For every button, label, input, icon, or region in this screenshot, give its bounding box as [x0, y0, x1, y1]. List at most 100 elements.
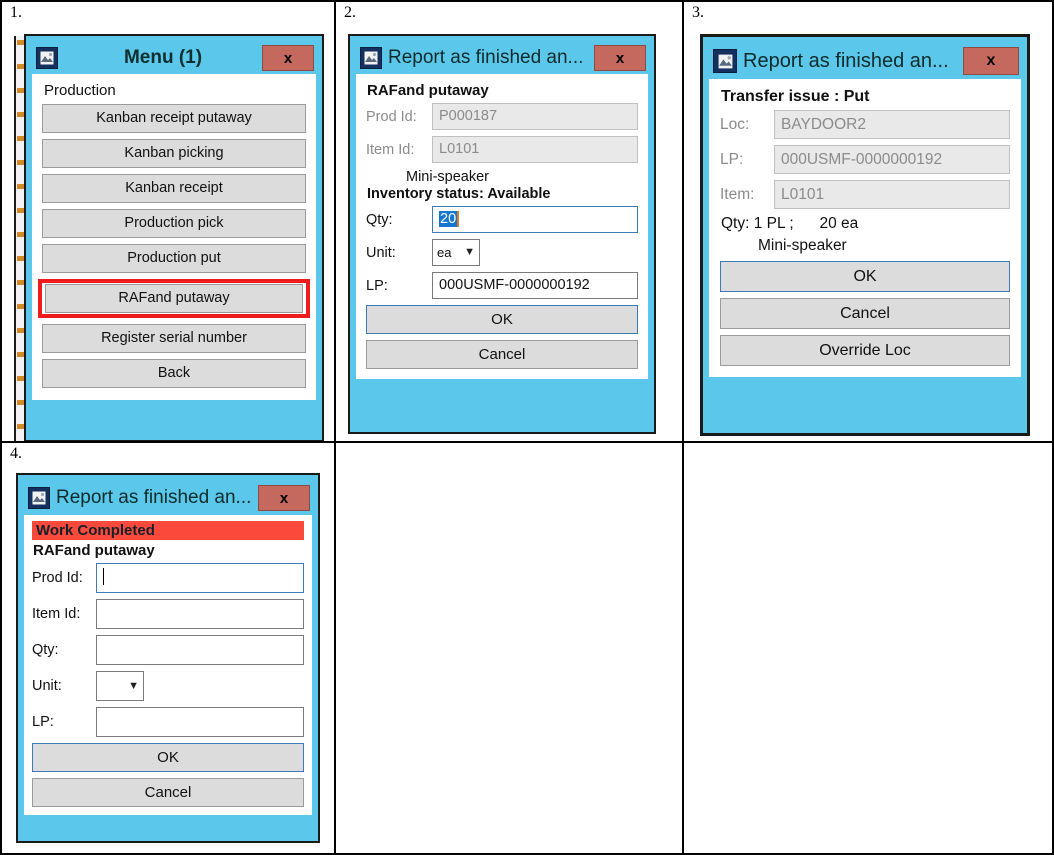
- panel-number-2: 2.: [344, 4, 356, 21]
- field-row-lp: LP: 000USMF-0000000192: [366, 272, 638, 299]
- close-icon[interactable]: x: [594, 45, 646, 71]
- lp-field: 000USMF-0000000192: [774, 145, 1010, 174]
- field-row-qty: Qty:: [32, 635, 304, 665]
- window-title: Report as finished an...: [743, 49, 949, 72]
- form-title: RAFand putaway: [367, 82, 489, 99]
- lp-label: LP:: [366, 277, 388, 294]
- menu-item-rafand-putaway[interactable]: RAFand putaway: [45, 284, 303, 313]
- qty-label: Qty:: [32, 642, 59, 658]
- window-title: Report as finished an...: [388, 47, 584, 68]
- lp-label: LP:: [720, 150, 744, 168]
- form-body: Transfer issue : Put Loc: BAYDOOR2 LP: 0…: [709, 79, 1021, 377]
- unit-label: Unit:: [32, 678, 62, 694]
- field-row-lp: LP:: [32, 707, 304, 737]
- item-id-input[interactable]: [96, 599, 304, 629]
- unit-label: Unit:: [366, 244, 396, 261]
- unit-select[interactable]: ▼: [96, 671, 144, 701]
- window-title: Menu (1): [123, 47, 203, 68]
- panel-cell-1: 1. Menu (1) x Production Kanban receipt …: [0, 0, 336, 443]
- ok-button[interactable]: OK: [366, 305, 638, 334]
- qty-selected-value: 20: [439, 211, 460, 227]
- chevron-down-icon: ▼: [464, 246, 475, 258]
- prod-id-label: Prod Id:: [366, 108, 417, 125]
- window-titlebar: Menu (1) x: [32, 42, 316, 74]
- item-id-label: Item Id:: [366, 141, 415, 158]
- field-row-prod-id: Prod Id:: [32, 563, 304, 593]
- window-title: Report as finished an...: [56, 487, 252, 508]
- qty-label: Qty:: [366, 211, 393, 228]
- panel-cell-4: 4. Report as finished an... x Work Compl…: [0, 443, 336, 855]
- report-as-finished-window-2: Report as finished an... x RAFand putawa…: [348, 34, 656, 434]
- inventory-status-text: Inventory status: Available: [367, 186, 551, 202]
- menu-item-back[interactable]: Back: [42, 359, 306, 388]
- panel-cell-2: 2. Report as finished an... x RAFand put…: [336, 0, 684, 443]
- annotation-highlight-rafand-putaway: RAFand putaway: [38, 279, 310, 318]
- chevron-down-icon: ▼: [128, 679, 139, 692]
- panel-number-4: 4.: [10, 445, 22, 462]
- menu-item-kanban-receipt[interactable]: Kanban receipt: [42, 174, 306, 203]
- cancel-button[interactable]: Cancel: [720, 298, 1010, 329]
- panel-cell-5-empty: [336, 443, 684, 855]
- menu-item-production-put[interactable]: Production put: [42, 244, 306, 273]
- field-row-unit: Unit: ea ▼: [366, 239, 638, 266]
- qty-input[interactable]: 20: [432, 206, 638, 233]
- form-body: Work Completed RAFand putaway Prod Id: I…: [24, 515, 312, 815]
- form-title: RAFand putaway: [33, 542, 155, 559]
- field-row-item-id: Item Id: L0101: [366, 136, 638, 163]
- lp-input[interactable]: [96, 707, 304, 737]
- ok-button[interactable]: OK: [720, 261, 1010, 292]
- qty-input[interactable]: [96, 635, 304, 665]
- panel-cell-3: 3. Report as finished an... x Transfer i…: [684, 0, 1054, 443]
- menu-item-kanban-receipt-putaway[interactable]: Kanban receipt putaway: [42, 104, 306, 133]
- form-title: Transfer issue : Put: [721, 88, 870, 105]
- app-picture-icon: [36, 47, 58, 69]
- app-picture-icon: [28, 487, 50, 509]
- field-row-item-id: Item Id:: [32, 599, 304, 629]
- app-picture-icon: [360, 47, 382, 69]
- qty-summary-text: Qty: 1 PL ; 20 ea: [721, 215, 859, 232]
- field-row-item: Item: L0101: [720, 180, 1010, 209]
- report-as-finished-window-4: Report as finished an... x Work Complete…: [16, 473, 320, 843]
- unit-select[interactable]: ea ▼: [432, 239, 480, 266]
- window-titlebar: Report as finished an... x: [24, 481, 312, 515]
- loc-field: BAYDOOR2: [774, 110, 1010, 139]
- prod-id-field: P000187: [432, 103, 638, 130]
- close-icon[interactable]: x: [258, 485, 310, 511]
- menu-body: Production Kanban receipt putaway Kanban…: [32, 74, 316, 400]
- text-caret: [103, 568, 104, 585]
- lp-label: LP:: [32, 714, 54, 730]
- screenshot-grid: 1. Menu (1) x Production Kanban receipt …: [0, 0, 1054, 855]
- field-row-qty: Qty: 20: [366, 206, 638, 233]
- field-row-unit: Unit: ▼: [32, 671, 304, 701]
- window-titlebar: Report as finished an... x: [356, 42, 648, 74]
- cancel-button[interactable]: Cancel: [32, 778, 304, 807]
- menu-item-register-serial-number[interactable]: Register serial number: [42, 324, 306, 353]
- close-icon[interactable]: x: [963, 47, 1019, 75]
- close-icon[interactable]: x: [262, 45, 314, 71]
- ok-button[interactable]: OK: [32, 743, 304, 772]
- status-banner: Work Completed: [32, 521, 304, 540]
- form-body: RAFand putaway Prod Id: P000187 Item Id:…: [356, 74, 648, 379]
- window-titlebar: Report as finished an... x: [709, 43, 1021, 79]
- panel-number-1: 1.: [10, 4, 22, 21]
- item-id-field: L0101: [432, 136, 638, 163]
- menu-item-production-pick[interactable]: Production pick: [42, 209, 306, 238]
- item-id-label: Item Id:: [32, 606, 81, 622]
- section-label: Production: [44, 82, 116, 99]
- prod-id-label: Prod Id:: [32, 570, 83, 586]
- prod-id-input[interactable]: [96, 563, 304, 593]
- item-name-text: Mini-speaker: [758, 237, 847, 254]
- unit-selected-value: ea: [437, 245, 452, 260]
- override-loc-button[interactable]: Override Loc: [720, 335, 1010, 366]
- item-name-text: Mini-speaker: [406, 169, 489, 185]
- panel-number-3: 3.: [692, 4, 704, 21]
- item-label: Item:: [720, 185, 755, 203]
- menu-item-kanban-picking[interactable]: Kanban picking: [42, 139, 306, 168]
- report-as-finished-window-3: Report as finished an... x Transfer issu…: [700, 34, 1030, 436]
- cancel-button[interactable]: Cancel: [366, 340, 638, 369]
- field-row-loc: Loc: BAYDOOR2: [720, 110, 1010, 139]
- panel-cell-6-empty: [684, 443, 1054, 855]
- loc-label: Loc:: [720, 115, 750, 133]
- item-field: L0101: [774, 180, 1010, 209]
- lp-input[interactable]: 000USMF-0000000192: [432, 272, 638, 299]
